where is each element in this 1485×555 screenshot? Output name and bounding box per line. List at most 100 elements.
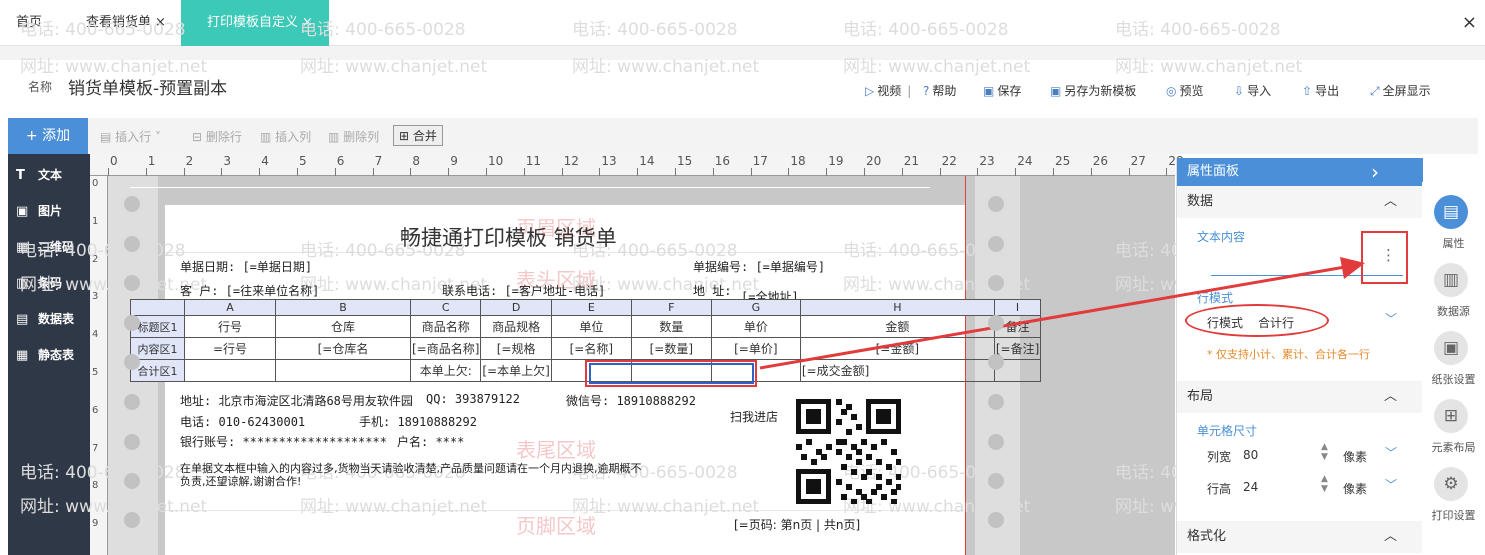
qrcode-image[interactable]	[796, 399, 901, 504]
ruler-h-label: 23	[979, 154, 995, 168]
doc-address-label[interactable]: 地 址:	[693, 282, 731, 299]
footer-notice-line2[interactable]: 负责,还望谅解,谢谢合作!	[180, 473, 301, 489]
grid-cell[interactable]: 单位	[550, 315, 632, 338]
grid-cell[interactable]: [=名称]	[550, 337, 632, 360]
section-data-header[interactable]: 数据 ︿	[1177, 186, 1423, 218]
footer-page-number[interactable]: [=页码: 第n页 | 共n页]	[734, 516, 860, 533]
section-layout-header[interactable]: 布局 ︿	[1177, 381, 1423, 413]
grid-cell[interactable]: [=规格	[480, 337, 552, 360]
import-button[interactable]: ⇩ 导入	[1234, 82, 1271, 99]
grid-cell[interactable]	[184, 359, 276, 382]
footer-scan-label[interactable]: 扫我进店	[730, 408, 778, 425]
doc-customer-field[interactable]: 客 户: [=往来单位名称]	[180, 282, 319, 299]
document-title[interactable]: 畅捷通打印模板 销货单	[400, 222, 617, 252]
chevron-down-icon[interactable]: ﹀	[1385, 310, 1397, 327]
window-close-icon[interactable]: ×	[1462, 12, 1477, 33]
chevron-right-icon[interactable]: ›	[1371, 158, 1379, 186]
ruler-h-label: 20	[866, 154, 882, 168]
grid-column-header[interactable]: A	[184, 299, 276, 316]
template-name[interactable]: 销货单模板-预置副本	[68, 74, 227, 99]
watermark-text: 电话: 400-665-0028	[300, 20, 466, 40]
qr-module	[896, 399, 901, 434]
qr-module	[836, 449, 842, 455]
merge-label: 合并	[412, 129, 437, 143]
footer-wechat[interactable]: 微信号: 18910888292	[566, 392, 696, 409]
grid-cell[interactable]: [=商品名称]	[409, 337, 482, 360]
image-icon: ▣	[16, 204, 29, 219]
element-layout-icon[interactable]: ⊞	[1434, 399, 1468, 433]
grid-cell[interactable]: =行号	[184, 337, 276, 360]
paper-settings-icon[interactable]: ▣	[1434, 331, 1468, 365]
row-height-unit[interactable]: 像素	[1343, 480, 1367, 497]
grid-column-header[interactable]: E	[550, 299, 632, 316]
chevron-down-icon[interactable]: ﹀	[1385, 444, 1397, 461]
col-width-input[interactable]: 80	[1243, 448, 1258, 462]
grid-cell[interactable]: 商品名称	[409, 315, 482, 338]
row-height-stepper[interactable]: ▲ ▼	[1321, 474, 1328, 494]
footer-address[interactable]: 地址: 北京市海淀区北清路68号用友软件园	[180, 392, 413, 409]
grid-cell[interactable]: [=本单上欠]	[480, 359, 552, 382]
grid-cell[interactable]: [=数量]	[630, 337, 712, 360]
ruler-h-tick	[448, 168, 450, 176]
grid-column-header[interactable]: C	[409, 299, 482, 316]
ruler-h-tick	[826, 168, 828, 176]
chevron-down-icon[interactable]: ﹀	[1385, 476, 1397, 493]
export-button[interactable]: ⇧ 导出	[1302, 82, 1339, 99]
footer-tel[interactable]: 电话: 010-62430001	[180, 413, 305, 430]
grid-cell[interactable]: 本单上欠:	[409, 359, 482, 382]
datasource-icon[interactable]: ▥	[1434, 263, 1468, 297]
ruler-h-label: 6	[336, 154, 345, 168]
delete-row-button[interactable]: ⊟ 删除行	[192, 128, 242, 145]
footer-mobile[interactable]: 手机: 18910888292	[359, 413, 477, 430]
grid-column-header[interactable]: F	[630, 299, 712, 316]
fullscreen-button[interactable]: ⤢ 全屏显示	[1370, 82, 1431, 99]
print-settings-icon[interactable]: ⚙	[1434, 467, 1468, 501]
video-button[interactable]: ▷ 视频 |	[865, 82, 917, 99]
preview-button[interactable]: ◎ 预览	[1166, 82, 1204, 99]
palette-item-statictable[interactable]: ▦ 静态表	[16, 346, 74, 363]
row-height-input[interactable]: 24	[1243, 480, 1258, 494]
import-label: 导入	[1247, 84, 1272, 98]
doc-date-field[interactable]: 单据日期: [=单据日期]	[180, 258, 312, 275]
grid-corner[interactable]	[130, 299, 185, 316]
section-format-header[interactable]: 格式化 ︿	[1177, 521, 1423, 553]
grid-cell[interactable]: 行号	[184, 315, 276, 338]
insert-row-button[interactable]: ▤ 插入行 ˅	[100, 128, 161, 145]
delete-col-button[interactable]: ▥ 删除列	[328, 128, 379, 145]
grid-cell[interactable]: 仓库	[275, 315, 411, 338]
more-options-icon[interactable]: ⋮	[1381, 246, 1396, 264]
footer-qq[interactable]: QQ: 393879122	[426, 392, 520, 406]
grid-cell[interactable]	[275, 359, 411, 382]
grid-row-header[interactable]: 内容区1	[130, 337, 185, 360]
ruler-h-tick	[1128, 168, 1130, 176]
properties-panel-header: 属性面板 ›	[1177, 158, 1423, 186]
col-width-stepper[interactable]: ▲ ▼	[1321, 442, 1328, 462]
qr-module	[841, 464, 847, 470]
palette-item-text[interactable]: T 文本	[16, 166, 62, 183]
print-settings-label: 打印设置	[1431, 509, 1476, 522]
grid-column-header[interactable]: D	[480, 299, 552, 316]
add-button[interactable]: + 添加	[8, 118, 88, 154]
palette-item-datatable[interactable]: ▤ 数据表	[16, 310, 74, 327]
footer-bank[interactable]: 银行账号: ********************	[180, 433, 387, 450]
help-button[interactable]: ? 帮助	[923, 82, 956, 99]
grid-column-header[interactable]: B	[275, 299, 411, 316]
properties-icon[interactable]: ▤	[1434, 195, 1468, 229]
grid-cell[interactable]: 数量	[630, 315, 712, 338]
save-button[interactable]: ▣ 保存	[983, 82, 1021, 99]
footer-account[interactable]: 户名: ****	[397, 433, 464, 450]
properties-panel-title: 属性面板	[1187, 164, 1240, 179]
col-width-unit[interactable]: 像素	[1343, 448, 1367, 465]
save-as-button[interactable]: ▣ 另存为新模板	[1050, 82, 1136, 99]
merge-button[interactable]: ⊞ 合并	[393, 125, 443, 146]
selected-cell[interactable]	[589, 363, 754, 384]
ruler-h-label: 14	[639, 154, 655, 168]
ruler-h-tick	[1166, 168, 1168, 176]
grid-cell[interactable]: 商品规格	[480, 315, 552, 338]
palette-item-image[interactable]: ▣ 图片	[16, 202, 62, 219]
grid-cell[interactable]: [=仓库名	[275, 337, 411, 360]
doc-phone-field[interactable]: 联系电话: [=客户地址-电话]	[442, 282, 605, 299]
watermark-text: 网址: www.chanjet.net	[20, 497, 208, 517]
watermark-text: 网址: www.chanjet.net	[843, 57, 1031, 77]
insert-col-button[interactable]: ▥ 插入列	[260, 128, 311, 145]
